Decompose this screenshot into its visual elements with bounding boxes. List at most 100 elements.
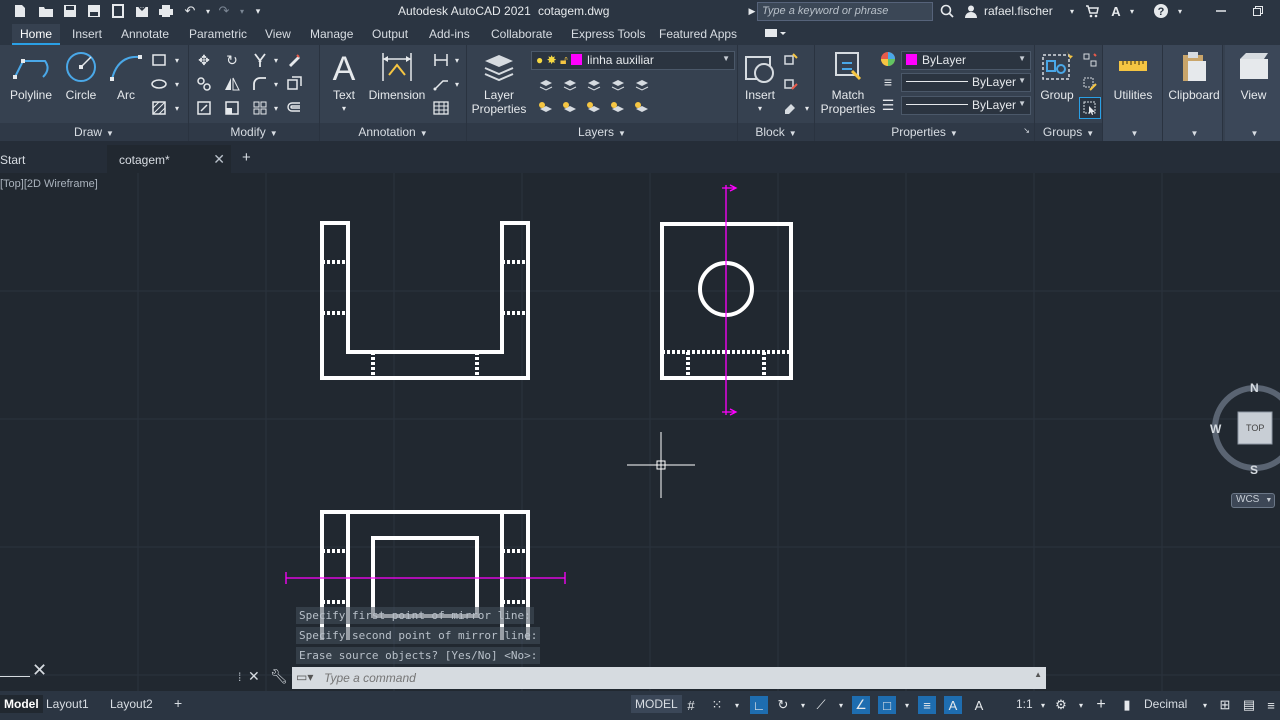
graphics-performance-icon[interactable]: ▤: [1240, 696, 1258, 714]
cart-icon[interactable]: [1084, 3, 1100, 19]
drawing-area[interactable]: [0, 173, 1280, 691]
explode-icon[interactable]: [285, 75, 303, 93]
layer-unlock-icon[interactable]: [585, 99, 603, 117]
scale-icon[interactable]: [223, 99, 241, 117]
color-dropdown[interactable]: ByLayer ▼: [901, 51, 1031, 70]
quick-properties-icon[interactable]: ⊞: [1216, 696, 1234, 714]
polar-dropdown-icon[interactable]: ▾: [794, 696, 812, 714]
autodesk-app-store-icon[interactable]: A: [1108, 3, 1124, 19]
open-folder-icon[interactable]: [38, 3, 54, 19]
workspace-gear-icon[interactable]: ⚙: [1052, 696, 1070, 714]
stretch-icon[interactable]: [195, 99, 213, 117]
layer-isolate-icon[interactable]: [561, 75, 579, 93]
layout-tab-layout1[interactable]: Layout1: [42, 695, 93, 713]
copy-icon[interactable]: [195, 75, 213, 93]
close-command-window-icon[interactable]: ✕: [32, 660, 47, 681]
customize-quick-access-icon[interactable]: ▾: [250, 3, 266, 19]
front-view[interactable]: [320, 221, 530, 380]
ribbon-display-toggle-icon[interactable]: [764, 27, 786, 42]
layer-walk-icon[interactable]: [609, 99, 627, 117]
search-input[interactable]: Type a keyword or phrase: [757, 2, 933, 21]
leader-dropdown-icon[interactable]: ▾: [448, 75, 466, 93]
new-tab-button[interactable]: +: [242, 145, 251, 173]
utilities-expand[interactable]: ▼: [1103, 123, 1162, 141]
layout-tab-layout2[interactable]: Layout2: [106, 695, 157, 713]
print-icon[interactable]: [158, 3, 174, 19]
polar-tracking-icon[interactable]: ↻: [774, 696, 792, 714]
search-icon[interactable]: [939, 3, 955, 19]
units-value[interactable]: Decimal: [1140, 695, 1191, 713]
panel-properties-title[interactable]: Properties ▼ ↘: [815, 123, 1034, 141]
isometric-drafting-icon[interactable]: ⟋: [812, 696, 830, 714]
tab-manage[interactable]: Manage: [310, 27, 353, 41]
tab-express-tools[interactable]: Express Tools: [571, 27, 645, 41]
rotate-icon[interactable]: ↻: [223, 51, 241, 69]
tab-collaborate[interactable]: Collaborate: [491, 27, 552, 41]
object-snap-dropdown-icon[interactable]: ▾: [898, 696, 916, 714]
user-name[interactable]: rafael.fischer: [984, 4, 1053, 18]
user-icon[interactable]: [963, 3, 979, 19]
layer-match-icon[interactable]: [633, 75, 651, 93]
layer-lock-icon[interactable]: 🔓︎: [560, 53, 568, 67]
fillet-dropdown-icon[interactable]: ▾: [267, 75, 285, 93]
text-dropdown-icon[interactable]: ▾: [324, 102, 364, 116]
ellipse-dropdown-icon[interactable]: ▾: [168, 75, 186, 93]
customization-icon[interactable]: ≡: [1262, 696, 1280, 714]
hatch-dropdown-icon[interactable]: ▾: [168, 99, 186, 117]
properties-dialog-launcher-icon[interactable]: ↘: [1023, 126, 1030, 135]
create-block-icon[interactable]: [782, 51, 800, 69]
insert-dropdown-icon[interactable]: ▾: [740, 102, 780, 116]
edit-block-icon[interactable]: [782, 75, 800, 93]
command-input[interactable]: [324, 669, 1024, 687]
layout-tab-model[interactable]: Model: [0, 695, 43, 713]
object-snap-icon[interactable]: □: [878, 696, 896, 714]
command-customize-icon[interactable]: 🔧︎: [270, 668, 288, 685]
redo-icon[interactable]: ↷: [216, 3, 232, 19]
redo-dropdown-icon[interactable]: ▾: [234, 3, 250, 19]
view-expand[interactable]: ▼: [1225, 123, 1280, 141]
layer-dropdown[interactable]: ● ✸ 🔓︎ linha auxiliar ▼: [531, 51, 735, 70]
layer-thaw-icon[interactable]: [561, 99, 579, 117]
open-web-icon[interactable]: [110, 3, 126, 19]
snap-mode-icon[interactable]: ⁙: [708, 696, 726, 714]
ungroup-icon[interactable]: [1081, 51, 1099, 69]
panel-modify-title[interactable]: Modify ▼: [189, 123, 319, 141]
help-dropdown-icon[interactable]: ▾: [1172, 3, 1188, 19]
layer-merge-icon[interactable]: [633, 99, 651, 117]
layer-on-icon[interactable]: ●: [536, 53, 543, 67]
save-icon[interactable]: [62, 3, 78, 19]
trim-dropdown-icon[interactable]: ▾: [267, 51, 285, 69]
ellipse-icon[interactable]: [150, 75, 168, 93]
tab-view[interactable]: View: [265, 27, 291, 41]
ortho-mode-icon[interactable]: ∟: [750, 696, 768, 714]
utilities-button[interactable]: Utilities: [1105, 49, 1161, 102]
panel-groups-title[interactable]: Groups ▼: [1035, 123, 1102, 141]
isometric-dropdown-icon[interactable]: ▾: [832, 696, 850, 714]
table-icon[interactable]: [432, 99, 450, 117]
units-dropdown-icon[interactable]: ▾: [1196, 696, 1214, 714]
insert-block-button[interactable]: Insert ▾: [740, 49, 780, 116]
mirror-lines[interactable]: [285, 184, 738, 584]
layer-properties-button[interactable]: Layer Properties: [471, 49, 527, 116]
tab-add-ins[interactable]: Add-ins: [429, 27, 470, 41]
panel-draw-title[interactable]: Draw ▼: [0, 123, 188, 141]
rectangle-icon[interactable]: [150, 51, 168, 69]
command-history-toggle-icon[interactable]: ▲: [1034, 670, 1042, 679]
move-icon[interactable]: ✥: [195, 51, 213, 69]
clipboard-expand[interactable]: ▼: [1163, 123, 1222, 141]
wcs-menu[interactable]: WCS ▼: [1231, 493, 1275, 508]
recent-commands-icon[interactable]: ▭▾: [296, 670, 313, 684]
panel-annotation-title[interactable]: Annotation ▼: [320, 123, 466, 141]
text-button[interactable]: A Text ▾: [324, 49, 364, 116]
tab-insert[interactable]: Insert: [72, 27, 102, 41]
close-tab-icon[interactable]: ✕: [213, 151, 225, 168]
panel-block-title[interactable]: Block ▼: [738, 123, 814, 141]
save-web-icon[interactable]: [134, 3, 150, 19]
save-as-icon[interactable]: [86, 3, 102, 19]
workspace-dropdown-icon[interactable]: ▾: [1072, 696, 1090, 714]
dimension-button[interactable]: Dimension: [366, 49, 428, 102]
block-attributes-dropdown-icon[interactable]: ▾: [798, 99, 816, 117]
tab-home[interactable]: Home: [12, 24, 61, 45]
view-button[interactable]: View: [1227, 49, 1280, 102]
model-space-button[interactable]: MODEL: [631, 695, 682, 713]
